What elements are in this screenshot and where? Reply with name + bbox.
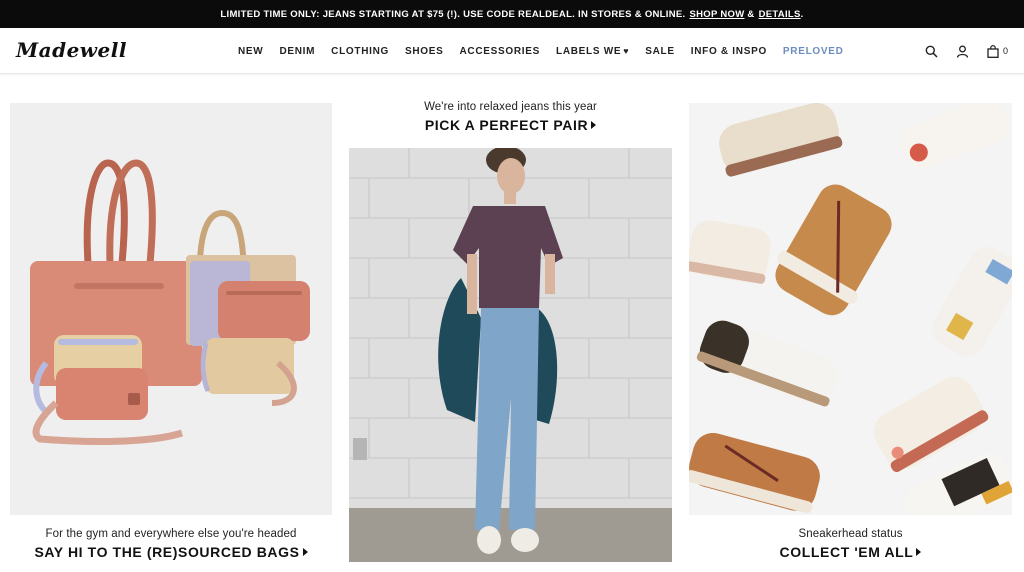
promo-banner: LIMITED TIME ONLY: JEANS STARTING AT $75… — [0, 0, 1024, 28]
nav-labels-we-love[interactable]: LABELS WE ♥ — [556, 46, 629, 57]
shopping-bag-icon — [987, 44, 999, 58]
feature-jeans-subtitle: We're into relaxed jeans this year — [424, 101, 597, 113]
shop-now-link[interactable]: SHOP NOW — [689, 9, 744, 20]
nav-denim[interactable]: DENIM — [279, 46, 315, 57]
jeans-model-image[interactable] — [349, 148, 672, 562]
nav-accessories[interactable]: ACCESSORIES — [460, 46, 541, 57]
nav-shoes[interactable]: SHOES — [405, 46, 444, 57]
bag-count: 0 — [1002, 46, 1008, 56]
shopping-bag-button[interactable]: 0 — [987, 44, 1008, 58]
resourced-bags-link[interactable]: SAY HI TO THE (RE)SOURCED BAGS — [10, 544, 332, 560]
pick-perfect-pair-link[interactable]: PICK A PERFECT PAIR — [349, 117, 672, 133]
nav-sale[interactable]: SALE — [645, 46, 674, 57]
arrow-right-icon — [591, 121, 597, 129]
account-icon[interactable] — [956, 45, 969, 58]
feature-sneakers-caption: Sneakerhead status COLLECT 'EM ALL — [689, 528, 1012, 560]
main-nav: NEW DENIM CLOTHING SHOES ACCESSORIES LAB… — [238, 28, 844, 74]
bags-image[interactable] — [10, 103, 332, 515]
promo-text: LIMITED TIME ONLY: JEANS STARTING AT $75… — [220, 8, 686, 20]
nav-labels-label: LABELS WE — [556, 45, 622, 57]
collect-em-all-link[interactable]: COLLECT 'EM ALL — [689, 544, 1012, 560]
site-header: Madewell NEW DENIM CLOTHING SHOES ACCESS… — [0, 28, 1024, 74]
nav-clothing[interactable]: CLOTHING — [331, 46, 389, 57]
feature-sneakers-subtitle: Sneakerhead status — [798, 528, 903, 540]
feature-jeans-caption: We're into relaxed jeans this year PICK … — [349, 101, 672, 133]
heart-icon: ♥ — [623, 45, 630, 56]
feature-bags-caption: For the gym and everywhere else you're h… — [10, 528, 332, 560]
feature-bags-subtitle: For the gym and everywhere else you're h… — [45, 528, 297, 540]
nav-preloved[interactable]: PRELOVED — [783, 46, 844, 57]
sneakers-image[interactable] — [689, 103, 1012, 515]
search-icon[interactable] — [925, 45, 938, 58]
nav-new[interactable]: NEW — [238, 46, 263, 57]
header-tools: 0 — [925, 28, 1008, 74]
arrow-right-icon — [916, 548, 922, 556]
logo[interactable]: Madewell — [16, 38, 127, 62]
arrow-right-icon — [302, 548, 308, 556]
details-link[interactable]: DETAILS — [759, 9, 801, 20]
nav-info-inspo[interactable]: INFO & INSPO — [691, 46, 767, 57]
